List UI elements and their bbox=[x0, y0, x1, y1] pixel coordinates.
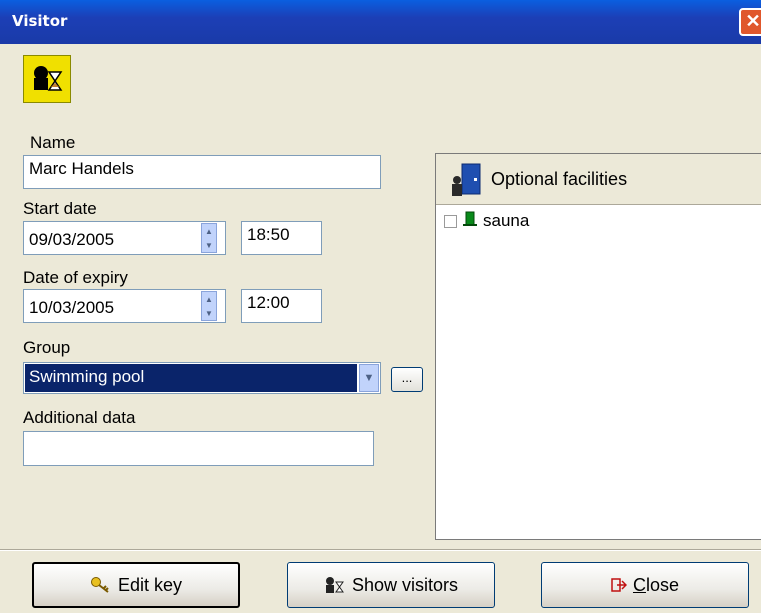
start-time-field[interactable]: 18:50 bbox=[241, 221, 322, 255]
visitors-icon bbox=[324, 576, 346, 594]
group-browse-button[interactable]: ... bbox=[391, 367, 423, 392]
spin-down-icon[interactable]: ▼ bbox=[202, 238, 216, 252]
footer-divider bbox=[0, 549, 761, 551]
show-visitors-label: Show visitors bbox=[351, 574, 459, 595]
group-selected-value: Swimming pool bbox=[25, 364, 357, 392]
expiry-date-field[interactable]: 10/03/2005 bbox=[23, 289, 226, 323]
spin-down-icon[interactable]: ▼ bbox=[202, 306, 216, 320]
expiry-time-field[interactable]: 12:00 bbox=[241, 289, 322, 323]
facility-item[interactable]: sauna bbox=[444, 210, 529, 232]
additional-data-field[interactable] bbox=[23, 431, 374, 466]
window-close-button[interactable]: ✕ bbox=[739, 8, 761, 36]
show-visitors-button[interactable]: Show visitors bbox=[287, 562, 495, 608]
door-person-icon bbox=[448, 162, 484, 203]
group-select[interactable]: Swimming pool ▼ bbox=[23, 362, 381, 394]
exit-arrow-icon bbox=[611, 577, 627, 593]
key-icon bbox=[90, 576, 112, 594]
spin-up-icon[interactable]: ▲ bbox=[202, 224, 216, 238]
facilities-header-label: Optional facilities bbox=[491, 169, 628, 189]
edit-key-button[interactable]: Edit key bbox=[32, 562, 240, 608]
name-field[interactable]: Marc Handels bbox=[23, 155, 381, 189]
expiry-label: Date of expiry bbox=[23, 268, 128, 287]
start-date-spinner[interactable]: ▲ ▼ bbox=[201, 223, 217, 253]
facilities-header: Optional facilities bbox=[436, 154, 761, 205]
title-bar: Visitor ✕ bbox=[0, 0, 761, 44]
group-label: Group bbox=[23, 338, 71, 357]
visitor-hourglass-icon bbox=[23, 55, 71, 103]
facility-checkbox[interactable] bbox=[444, 214, 457, 228]
start-date-label: Start date bbox=[23, 199, 97, 218]
close-button[interactable]: Close bbox=[541, 562, 749, 608]
chevron-down-icon[interactable]: ▼ bbox=[359, 364, 379, 392]
name-label: Name bbox=[30, 133, 76, 152]
spin-up-icon[interactable]: ▲ bbox=[202, 292, 216, 306]
close-label: Close bbox=[632, 574, 680, 595]
facility-label: sauna bbox=[483, 211, 530, 230]
start-date-field[interactable]: 09/03/2005 bbox=[23, 221, 226, 255]
expiry-date-spinner[interactable]: ▲ ▼ bbox=[201, 291, 217, 321]
green-door-icon bbox=[463, 211, 477, 232]
optional-facilities-panel: Optional facilities sauna bbox=[435, 153, 761, 540]
window-title: Visitor bbox=[12, 12, 68, 30]
edit-key-label: Edit key bbox=[117, 574, 183, 595]
additional-data-label: Additional data bbox=[23, 408, 136, 427]
close-icon: ✕ bbox=[745, 11, 761, 31]
